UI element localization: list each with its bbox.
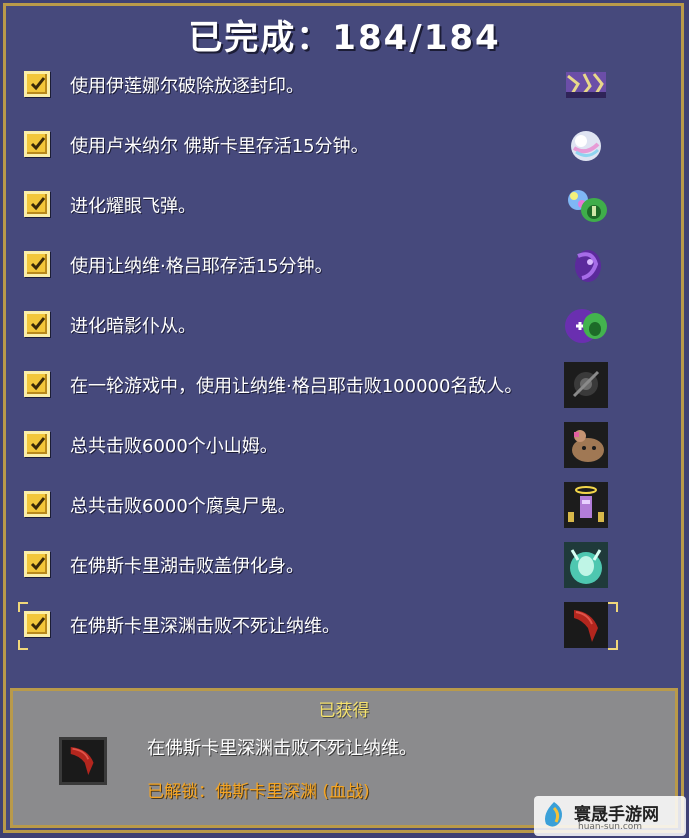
achievement-list[interactable]: 使用伊莲娜尔破除放逐封印。 使用卢米纳尔 佛斯卡里存活15分钟。 进化耀眼飞弹。: [14, 66, 674, 666]
achievement-label: 进化暗影仆从。: [70, 316, 196, 337]
dazzling-missile-icon: [568, 190, 607, 222]
checkbox-checked[interactable]: [24, 611, 50, 637]
watermark-logo: [545, 802, 562, 827]
achievement-row[interactable]: 使用卢米纳尔 佛斯卡里存活15分钟。: [14, 118, 674, 172]
checkbox-checked[interactable]: [24, 71, 50, 97]
lake-spirit-icon: [564, 542, 608, 588]
broken-seal-icon: [566, 72, 606, 98]
achievement-row-selected[interactable]: 在佛斯卡里深渊击败不死让纳维。: [14, 598, 674, 652]
achievement-row[interactable]: 使用伊莲娜尔破除放逐封印。: [14, 66, 674, 112]
ghoul-angel-icon: [564, 482, 608, 528]
checkbox-checked[interactable]: [24, 311, 50, 337]
selection-corner: [18, 640, 28, 650]
checkbox-checked[interactable]: [24, 191, 50, 217]
achievement-label: 在佛斯卡里湖击败盖伊化身。: [70, 556, 304, 577]
checkbox-checked[interactable]: [24, 431, 50, 457]
checkbox-checked[interactable]: [24, 251, 50, 277]
achievement-label: 使用让纳维·格吕耶存活15分钟。: [70, 256, 333, 277]
achievement-label: 总共击败6000个小山姆。: [70, 436, 278, 457]
checkbox-checked[interactable]: [24, 131, 50, 157]
checkbox-checked[interactable]: [24, 491, 50, 517]
achievement-label: 使用伊莲娜尔破除放逐封印。: [70, 76, 304, 97]
obtained-title: 已获得: [318, 701, 370, 721]
achievement-label: 使用卢米纳尔 佛斯卡里存活15分钟。: [70, 136, 369, 157]
dark-skull-icon: [564, 362, 608, 408]
achievement-label: 在一轮游戏中，使用让纳维·格吕耶击败100000名敌人。: [70, 376, 523, 397]
little-sam-icon: [564, 422, 608, 468]
achievement-label: 在佛斯卡里深渊击败不死让纳维。: [70, 616, 340, 637]
detail-unlock-text: 已解锁：佛斯卡里深渊 (血战): [147, 782, 370, 802]
purple-shadow-icon: [575, 250, 601, 282]
achievement-row[interactable]: 进化暗影仆从。: [14, 298, 674, 352]
checkbox-checked[interactable]: [24, 551, 50, 577]
achievement-row[interactable]: 总共击败6000个腐臭尸鬼。: [14, 478, 674, 532]
completion-title: 已完成：184/184: [188, 18, 501, 58]
watermark-url: huan-sun.com: [578, 822, 643, 832]
checkbox-checked[interactable]: [24, 371, 50, 397]
achievement-row[interactable]: 在一轮游戏中，使用让纳维·格吕耶击败100000名敌人。: [14, 358, 674, 412]
achievement-label: 进化耀眼飞弹。: [70, 196, 196, 217]
achievement-row[interactable]: 进化耀眼飞弹。: [14, 178, 674, 232]
achievement-row[interactable]: 在佛斯卡里湖击败盖伊化身。: [14, 538, 674, 592]
red-claw-icon: [59, 737, 107, 785]
achievement-row[interactable]: 使用让纳维·格吕耶存活15分钟。: [14, 238, 674, 292]
site-watermark: 寰晟手游网 huan-sun.com: [534, 796, 686, 836]
achievement-row[interactable]: 总共击败6000个小山姆。: [14, 418, 674, 472]
prism-orb-icon: [571, 131, 601, 161]
red-claw-icon: [564, 602, 608, 648]
achievement-label: 总共击败6000个腐臭尸鬼。: [70, 496, 296, 517]
shadow-servant-icon: [565, 309, 607, 343]
detail-description: 在佛斯卡里深渊击败不死让纳维。: [147, 738, 417, 759]
